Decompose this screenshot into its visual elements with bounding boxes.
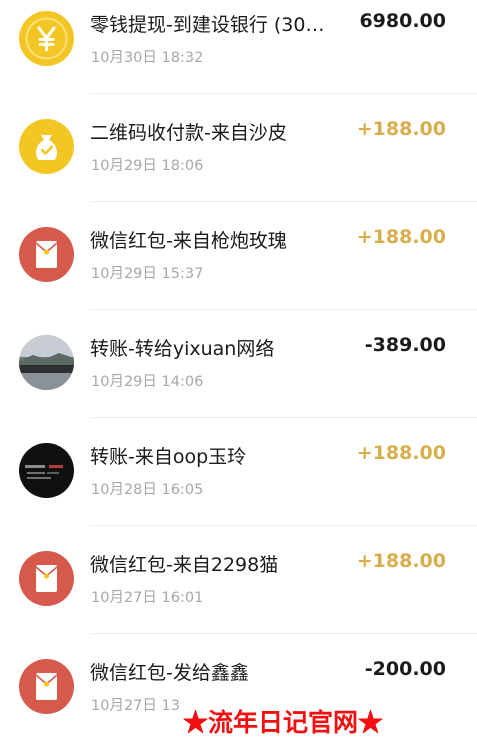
transaction-title: 微信红包-来自枪炮玫瑰	[90, 230, 287, 252]
transaction-amount: 6980.00	[359, 10, 446, 32]
transaction-title: 微信红包-发给鑫鑫	[90, 662, 249, 684]
transaction-title: 转账-转给yixuan网络	[90, 338, 275, 360]
transaction-amount: +188.00	[356, 442, 446, 464]
red-packet-icon	[19, 551, 74, 606]
transaction-amount: +188.00	[356, 550, 446, 572]
transaction-row[interactable]: 微信红包-来自2298猫 10月27日 16:01 +188.00	[0, 526, 477, 634]
transaction-time: 10月29日 15:37	[91, 266, 204, 282]
transaction-time: 10月29日 14:06	[91, 374, 204, 390]
transaction-row[interactable]: 微信红包-来自枪炮玫瑰 10月29日 15:37 +188.00	[0, 202, 477, 310]
red-packet-icon	[19, 227, 74, 282]
red-packet-icon	[19, 659, 74, 714]
transaction-amount: +188.00	[356, 226, 446, 248]
transaction-title: 转账-来自oop玉玲	[90, 446, 247, 468]
transaction-time: 10月27日 13	[91, 698, 180, 714]
transaction-amount: +188.00	[356, 118, 446, 140]
transaction-time: 10月27日 16:01	[91, 590, 204, 606]
yuan-coin-icon	[19, 11, 74, 66]
transaction-title: 二维码收付款-来自沙皮	[90, 122, 287, 144]
watermark-text: ★流年日记官网★	[183, 705, 465, 741]
transaction-title: 微信红包-来自2298猫	[90, 554, 279, 576]
transaction-row[interactable]: 零钱提现-到建设银行 (30… 10月30日 18:32 6980.00	[0, 0, 477, 94]
transaction-time: 10月29日 18:06	[91, 158, 204, 174]
transaction-time: 10月28日 16:05	[91, 482, 204, 498]
transaction-title: 零钱提现-到建设银行 (30…	[90, 14, 325, 36]
user-avatar	[19, 443, 74, 498]
transaction-row[interactable]: 转账-转给yixuan网络 10月29日 14:06 -389.00	[0, 310, 477, 418]
user-avatar	[19, 335, 74, 390]
transaction-amount: -389.00	[364, 334, 446, 356]
transaction-amount: -200.00	[364, 658, 446, 680]
transaction-row[interactable]: 二维码收付款-来自沙皮 10月29日 18:06 +188.00	[0, 94, 477, 202]
transaction-row[interactable]: 转账-来自oop玉玲 10月28日 16:05 +188.00	[0, 418, 477, 526]
money-bag-icon	[19, 119, 74, 174]
transaction-time: 10月30日 18:32	[91, 50, 204, 66]
